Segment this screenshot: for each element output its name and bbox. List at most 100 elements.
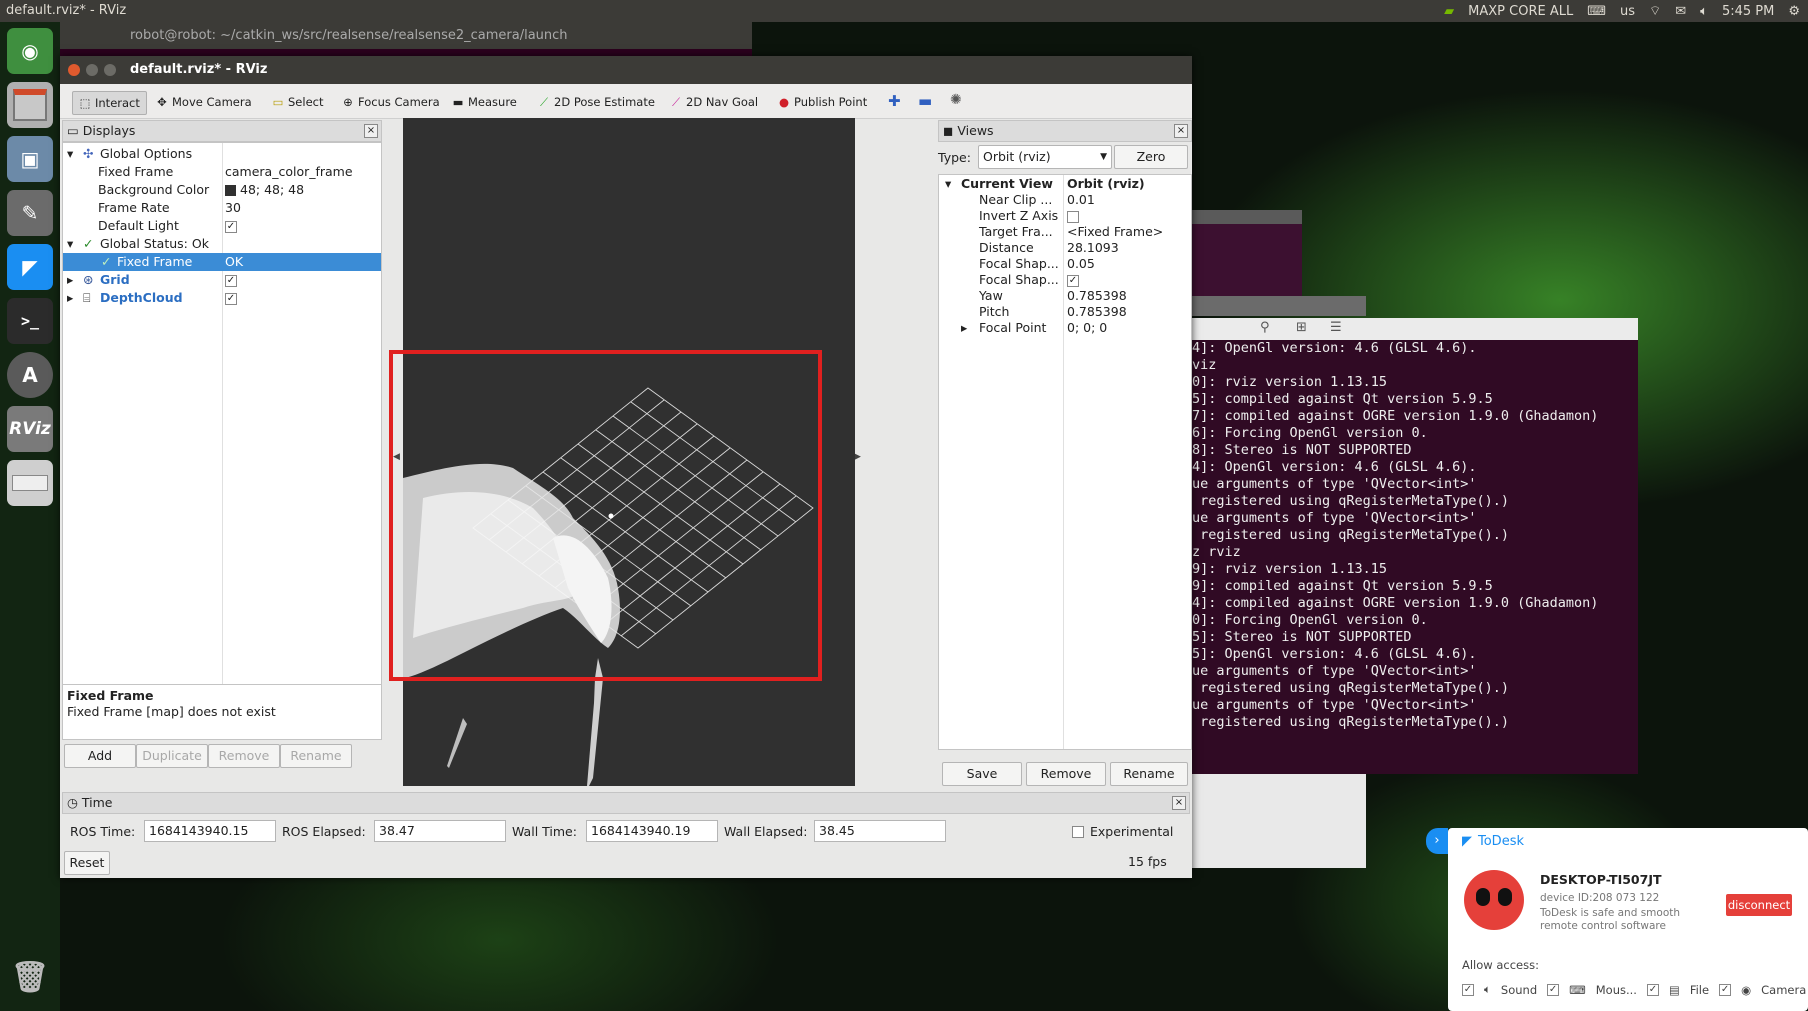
clock[interactable]: 5:45 PM — [1722, 4, 1774, 19]
reset-button[interactable]: Reset — [64, 851, 110, 875]
settings-icon[interactable]: ✎ — [7, 190, 53, 236]
tree-row-grid[interactable]: ▸ ⊛ Grid ✓ — [63, 271, 381, 289]
window-titlebar[interactable]: default.rviz* - RViz — [60, 56, 1192, 84]
gear-icon[interactable]: ⚙ — [1788, 4, 1800, 19]
menu-icon[interactable]: ☰ — [1330, 320, 1342, 335]
close-window-icon[interactable] — [68, 64, 80, 76]
interact-tool[interactable]: ⬚ Interact — [72, 91, 147, 115]
file-checkbox[interactable]: ✓ — [1646, 983, 1659, 996]
move-camera-tool[interactable]: ✥ Move Camera — [150, 91, 258, 113]
select-tool[interactable]: ▭ Select — [266, 91, 329, 113]
collapse-arrow-icon[interactable]: ▸ — [67, 289, 73, 307]
save-view-button[interactable]: Save — [942, 762, 1022, 786]
remove-tool-icon[interactable]: ▬ — [918, 92, 932, 110]
mouse-checkbox[interactable]: ✓ — [1547, 983, 1560, 996]
measure-tool[interactable]: ▬ Measure — [446, 91, 523, 113]
trash-icon[interactable]: 🗑︎ — [7, 954, 53, 1000]
perf-mode-label[interactable]: MAXP CORE ALL — [1468, 4, 1573, 19]
keyboard-icon[interactable]: ⌨ — [1587, 4, 1606, 19]
rviz-icon[interactable]: RViz — [7, 406, 53, 452]
expand-arrow-icon[interactable]: ▾ — [945, 177, 951, 191]
ubuntu-home-icon[interactable]: ◉ — [7, 28, 53, 74]
add-tool-icon[interactable]: ✚ — [888, 92, 901, 110]
pitch-value[interactable]: 0.785398 — [1067, 305, 1127, 319]
tree-row-global-options[interactable]: ▾ ✣ Global Options — [63, 145, 381, 163]
tree-row-current-view[interactable]: ▾ Current View Orbit (rviz) — [939, 177, 1191, 191]
tree-row-focal-point[interactable]: ▸ Focal Point 0; 0; 0 — [939, 321, 1191, 335]
remove-view-button[interactable]: Remove — [1026, 762, 1106, 786]
collapse-arrow-icon[interactable]: ▸ — [67, 271, 73, 289]
yaw-value[interactable]: 0.785398 — [1067, 289, 1127, 303]
camera-checkbox[interactable]: ✓ — [1719, 983, 1732, 996]
focal-point-value[interactable]: 0; 0; 0 — [1067, 321, 1107, 335]
tree-row-frame-rate[interactable]: Frame Rate 30 — [63, 199, 381, 217]
focal-shape-size-value[interactable]: 0.05 — [1067, 257, 1095, 271]
depthcloud-checkbox[interactable]: ✓ — [225, 292, 237, 305]
background-color-value[interactable]: 48; 48; 48 — [240, 181, 304, 199]
minimize-window-icon[interactable] — [86, 64, 98, 76]
publish-point-tool[interactable]: ● Publish Point — [772, 91, 873, 113]
near-clip-value[interactable]: 0.01 — [1067, 193, 1095, 207]
rename-display-button[interactable]: Rename — [280, 744, 352, 768]
terminal-output[interactable]: 4]: OpenGl version: 4.6 (GLSL 4.6). viz 0]… — [1190, 340, 1638, 774]
volume-icon[interactable]: 🔈︎ — [1700, 4, 1708, 19]
experimental-checkbox[interactable] — [1072, 825, 1084, 838]
distance-value[interactable]: 28.1093 — [1067, 241, 1119, 255]
add-display-button[interactable]: Add — [64, 744, 136, 768]
zero-view-button[interactable]: Zero — [1114, 145, 1188, 169]
tree-row-target-frame[interactable]: Target Fra... <Fixed Frame> — [939, 225, 1191, 239]
tree-row-focal-shape-size[interactable]: Focal Shap... 0.05 — [939, 257, 1191, 271]
ros-elapsed-field[interactable]: 38.47 — [374, 820, 506, 842]
target-frame-value[interactable]: <Fixed Frame> — [1067, 225, 1163, 239]
tree-row-fixed-frame[interactable]: Fixed Frame camera_color_frame — [63, 163, 381, 181]
wifi-icon[interactable]: ⌔ — [1649, 3, 1661, 19]
views-header[interactable]: ◼ Views × — [938, 120, 1192, 142]
tree-row-yaw[interactable]: Yaw 0.785398 — [939, 289, 1191, 303]
collapse-chevron-icon[interactable]: › — [1426, 828, 1448, 854]
terminal-icon[interactable]: >_ — [7, 298, 53, 344]
grid-checkbox[interactable]: ✓ — [225, 274, 237, 287]
trash-box-icon[interactable]: ▣ — [7, 136, 53, 182]
view-type-select[interactable]: Orbit (rviz) ▼ — [978, 145, 1112, 169]
files-icon[interactable] — [7, 82, 53, 128]
focal-shape-checkbox[interactable]: ✓ — [1067, 274, 1079, 287]
tree-row-depthcloud[interactable]: ▸ ⌸ DepthCloud ✓ — [63, 289, 381, 307]
tool-properties-icon[interactable]: ✺ — [950, 92, 962, 108]
expand-arrow-icon[interactable]: ▾ — [67, 235, 73, 253]
right-splitter-arrow-icon[interactable]: ▶ — [854, 452, 861, 462]
wall-elapsed-field[interactable]: 38.45 — [814, 820, 946, 842]
invert-z-checkbox[interactable] — [1067, 210, 1079, 223]
disconnect-button[interactable]: disconnect — [1726, 894, 1792, 916]
close-icon[interactable]: × — [1172, 796, 1186, 810]
pose-estimate-tool[interactable]: ⟋ 2D Pose Estimate — [532, 91, 661, 113]
expand-arrow-icon[interactable]: ▾ — [67, 145, 73, 163]
time-header[interactable]: ◷ Time × — [62, 792, 1190, 814]
tree-row-focal-shape-fixed[interactable]: Focal Shap... ✓ — [939, 273, 1191, 287]
tree-row-near-clip[interactable]: Near Clip ... 0.01 — [939, 193, 1191, 207]
close-icon[interactable]: × — [364, 124, 378, 138]
todesk-icon[interactable]: ◤ — [7, 244, 53, 290]
duplicate-display-button[interactable]: Duplicate — [136, 744, 208, 768]
tree-row-default-light[interactable]: Default Light ✓ — [63, 217, 381, 235]
drive-icon[interactable] — [7, 460, 53, 506]
nvidia-icon[interactable]: ▰ — [1444, 4, 1454, 19]
keyboard-layout[interactable]: us — [1620, 4, 1635, 19]
rename-view-button[interactable]: Rename — [1110, 762, 1188, 786]
color-swatch[interactable] — [225, 184, 236, 196]
sound-checkbox[interactable]: ✓ — [1462, 983, 1474, 996]
tree-row-background-color[interactable]: Background Color 48; 48; 48 — [63, 181, 381, 199]
search-icon[interactable]: ⚲ — [1260, 320, 1270, 335]
collapse-arrow-icon[interactable]: ▸ — [961, 321, 967, 335]
tree-row-distance[interactable]: Distance 28.1093 — [939, 241, 1191, 255]
wall-time-field[interactable]: 1684143940.19 — [586, 820, 718, 842]
tree-row-pitch[interactable]: Pitch 0.785398 — [939, 305, 1191, 319]
ros-time-field[interactable]: 1684143940.15 — [144, 820, 276, 842]
frame-rate-value[interactable]: 30 — [225, 199, 241, 217]
remove-display-button[interactable]: Remove — [208, 744, 280, 768]
focus-camera-tool[interactable]: ⊕ Focus Camera — [336, 91, 446, 113]
tree-row-global-status[interactable]: ▾ ✓ Global Status: Ok — [63, 235, 381, 253]
tree-row-status-fixed-frame[interactable]: ✓ Fixed Frame OK — [63, 253, 381, 271]
close-icon[interactable]: × — [1174, 124, 1188, 138]
default-light-checkbox[interactable]: ✓ — [225, 220, 237, 233]
maximize-window-icon[interactable] — [104, 64, 116, 76]
